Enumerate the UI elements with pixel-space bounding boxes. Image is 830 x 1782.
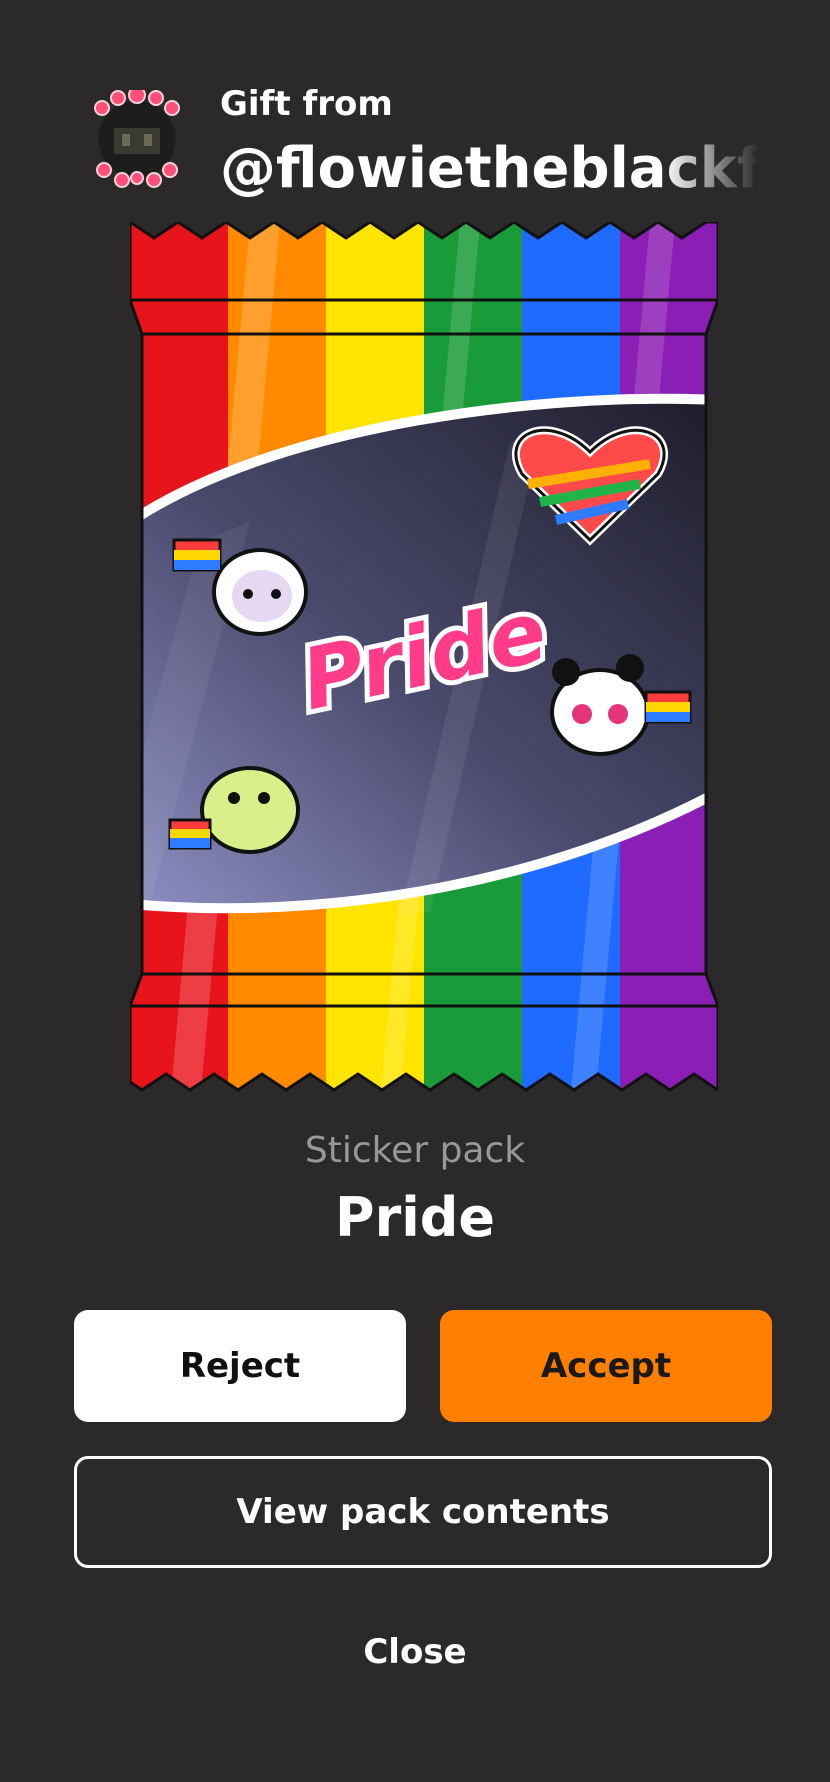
close-button[interactable]: Close xyxy=(0,1632,830,1672)
gift-from-label: Gift from xyxy=(220,84,393,124)
reject-button[interactable]: Reject xyxy=(74,1310,406,1422)
gift-sticker-pack-screen: Gift from @flowietheblackflo Pride Stick… xyxy=(0,0,830,1782)
pack-type-label: Sticker pack xyxy=(304,1130,526,1171)
pack-name-title: Pride xyxy=(335,1186,495,1249)
accept-button[interactable]: Accept xyxy=(440,1310,772,1422)
sticker-pack-artwork: Pride xyxy=(130,222,718,1102)
view-pack-contents-button[interactable]: View pack contents xyxy=(74,1456,772,1568)
sender-username[interactable]: @flowietheblackflo xyxy=(220,136,760,208)
sender-avatar[interactable] xyxy=(88,90,186,188)
